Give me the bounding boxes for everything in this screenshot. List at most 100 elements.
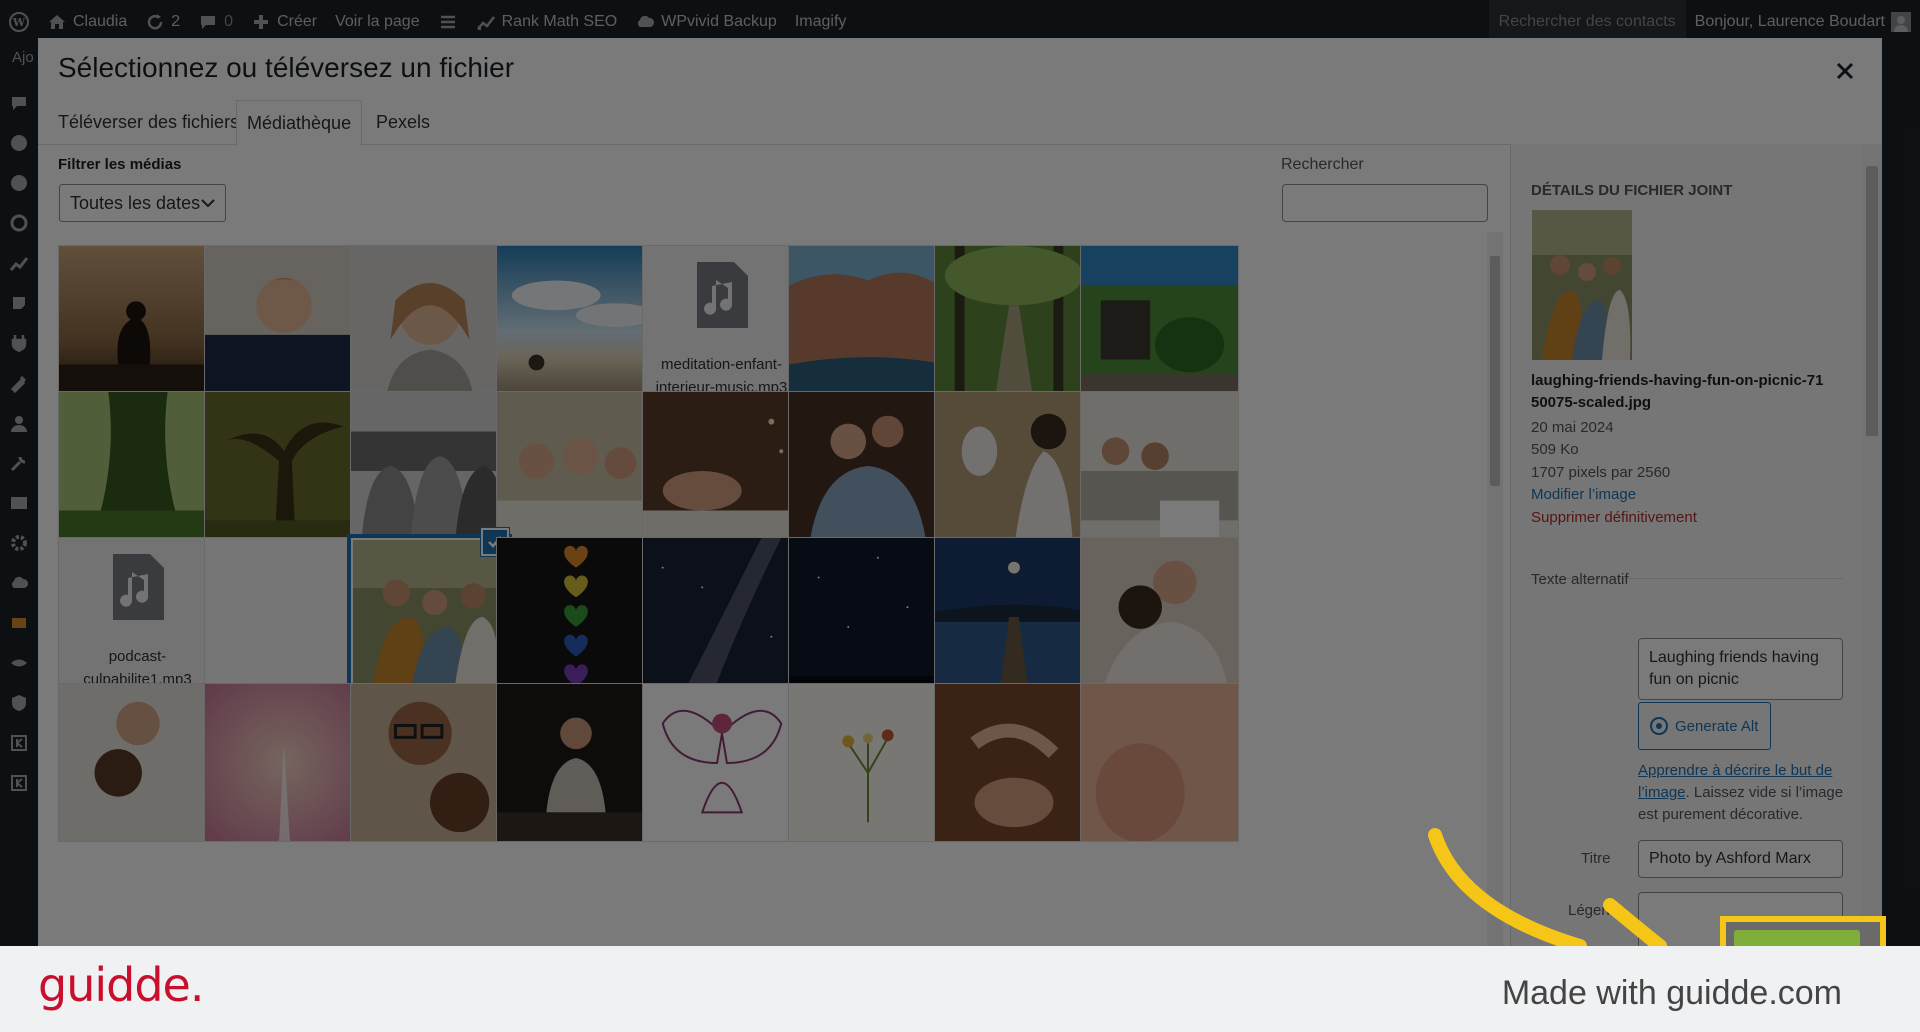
chart-icon <box>476 12 496 32</box>
media-grid: meditation-enfant-interieur-music.mp3 po… <box>58 245 1498 950</box>
svg-text:W: W <box>12 16 26 29</box>
paint-icon <box>10 214 28 232</box>
date-filter-select[interactable]: Toutes les dates <box>59 184 226 222</box>
media-item-beach-sky[interactable] <box>496 245 655 404</box>
media-item-mother-baby-floor[interactable] <box>934 391 1093 550</box>
media-item-glasses-baby[interactable] <box>350 683 509 842</box>
media-item-friends-bw[interactable] <box>350 391 509 550</box>
media-item-headache-woman[interactable] <box>350 245 509 404</box>
menu-orange-plugin[interactable] <box>0 603 38 643</box>
menu-forms[interactable] <box>0 123 38 163</box>
wordpress-logo-menu[interactable]: W <box>0 0 38 43</box>
media-item-pink-rocks[interactable] <box>788 245 947 404</box>
menu-appearance[interactable] <box>0 203 38 243</box>
comment-icon <box>198 12 218 32</box>
media-item-moon-pier[interactable] <box>934 537 1093 696</box>
updates-menu[interactable]: 2 <box>136 0 189 43</box>
view-page-label: Voir la page <box>335 12 420 30</box>
media-item-starry-sky[interactable] <box>788 537 947 696</box>
view-page-link[interactable]: Voir la page <box>326 0 429 43</box>
k-logo-icon <box>11 735 27 751</box>
media-item-family-baby[interactable] <box>788 391 947 550</box>
menu-k-plugin-2[interactable] <box>0 763 38 803</box>
menu-tools[interactable] <box>0 443 38 483</box>
elementor-menu[interactable] <box>429 0 467 43</box>
media-item-living-room[interactable] <box>1080 391 1239 550</box>
tab-media-library[interactable]: Médiathèque <box>236 100 363 146</box>
media-item-milky-way[interactable] <box>642 537 801 696</box>
tab-pexels[interactable]: Pexels <box>366 100 440 145</box>
chevron-down-icon <box>201 199 215 208</box>
menu-pages[interactable] <box>0 283 38 323</box>
media-item-pink-sparkle[interactable] <box>204 683 363 842</box>
tab-upload-files[interactable]: Téléverser des fichiers <box>48 100 249 145</box>
attachment-size: 509 Ko <box>1531 441 1579 458</box>
wpvivid-menu[interactable]: WPvivid Backup <box>626 0 786 43</box>
close-icon <box>1836 62 1854 80</box>
media-item-spa-massage[interactable] <box>642 391 801 550</box>
media-item-pregnant-belly[interactable] <box>1080 683 1239 842</box>
wordpress-icon: W <box>9 11 29 32</box>
menu-visibility[interactable] <box>0 643 38 683</box>
admin-menu-truncated-label: Ajo <box>12 49 34 66</box>
delete-permanently-link[interactable]: Supprimer définitivement <box>1531 509 1697 526</box>
filter-media-label: Filtrer les médias <box>58 156 182 173</box>
menu-security[interactable] <box>0 683 38 723</box>
media-item-audio-meditation[interactable]: meditation-enfant-interieur-music.mp3 <box>642 245 801 404</box>
menu-elementor[interactable] <box>0 163 38 203</box>
menu-brush[interactable] <box>0 363 38 403</box>
media-item-picnic-friends-selected[interactable] <box>347 534 512 699</box>
menu-analytics[interactable] <box>0 243 38 283</box>
media-item-head-massage[interactable] <box>934 683 1093 842</box>
audio-file-icon <box>112 554 164 620</box>
media-item-blank[interactable] <box>204 537 363 696</box>
site-name-menu[interactable]: Claudia <box>38 0 136 43</box>
gear-icon <box>11 535 27 551</box>
menu-plugins[interactable] <box>0 323 38 363</box>
admin-side-menu: Ajo <box>0 43 38 1032</box>
wrench-icon <box>10 456 26 472</box>
attachment-date: 20 mai 2024 <box>1531 419 1614 436</box>
search-input[interactable] <box>1282 184 1488 222</box>
eye-icon <box>11 659 27 667</box>
media-item-audio-podcast[interactable]: podcast-culpabilite1.mp3 <box>58 537 217 696</box>
menu-users[interactable] <box>0 403 38 443</box>
media-item-rainbow-hearts[interactable] <box>496 537 655 696</box>
media-item-sad-silhouette[interactable] <box>58 245 217 404</box>
media-item-garden-house[interactable] <box>1080 245 1239 404</box>
close-button[interactable] <box>1830 56 1860 86</box>
menu-backup[interactable] <box>0 563 38 603</box>
user-account-menu[interactable]: Bonjour, Laurence Boudart <box>1686 0 1920 43</box>
menu-settings[interactable] <box>0 523 38 563</box>
menu-comments[interactable] <box>0 83 38 123</box>
media-item-women-nature[interactable] <box>496 391 655 550</box>
media-item-fairy-illustration[interactable] <box>642 683 801 842</box>
media-item-tree-path[interactable] <box>934 245 1093 404</box>
edit-image-link[interactable]: Modifier l’image <box>1531 486 1636 503</box>
media-item-mother-hug[interactable] <box>1080 537 1239 696</box>
rank-math-menu[interactable]: Rank Math SEO <box>467 0 627 43</box>
media-item-stressed-woman[interactable] <box>204 245 363 404</box>
media-item-thank-you-flowers[interactable] <box>788 683 947 842</box>
k-logo-icon <box>11 775 27 791</box>
imagify-menu[interactable]: Imagify <box>786 0 856 43</box>
media-item-candle-woman[interactable] <box>496 683 655 842</box>
search-contacts-label: Rechercher des contacts <box>1498 12 1676 30</box>
modal-title: Sélectionnez ou téléversez un fichier <box>58 52 515 83</box>
comments-menu[interactable]: 0 <box>189 0 242 43</box>
media-item-mother-child[interactable] <box>58 683 217 842</box>
menu-k-plugin[interactable] <box>0 723 38 763</box>
generate-alt-button[interactable]: Generate Alt <box>1638 702 1771 750</box>
alt-text-field[interactable]: Laughing friends having fun on picnic <box>1638 638 1843 700</box>
media-item-forest-tree[interactable] <box>204 391 363 550</box>
brush-icon <box>10 375 27 393</box>
details-scrollbar[interactable] <box>1862 144 1882 950</box>
search-contacts-button[interactable]: Rechercher des contacts <box>1488 0 1686 43</box>
media-item-mossy-tree[interactable] <box>58 391 217 550</box>
wpvivid-label: WPvivid Backup <box>661 12 777 30</box>
menu-contacts[interactable] <box>0 483 38 523</box>
admin-toolbar: W Claudia 2 0 Créer Voir la page Rank Ma… <box>0 0 1920 43</box>
user-icon <box>11 416 27 432</box>
guidde-logo: guidde. <box>38 958 204 1012</box>
new-content-menu[interactable]: Créer <box>242 0 326 43</box>
